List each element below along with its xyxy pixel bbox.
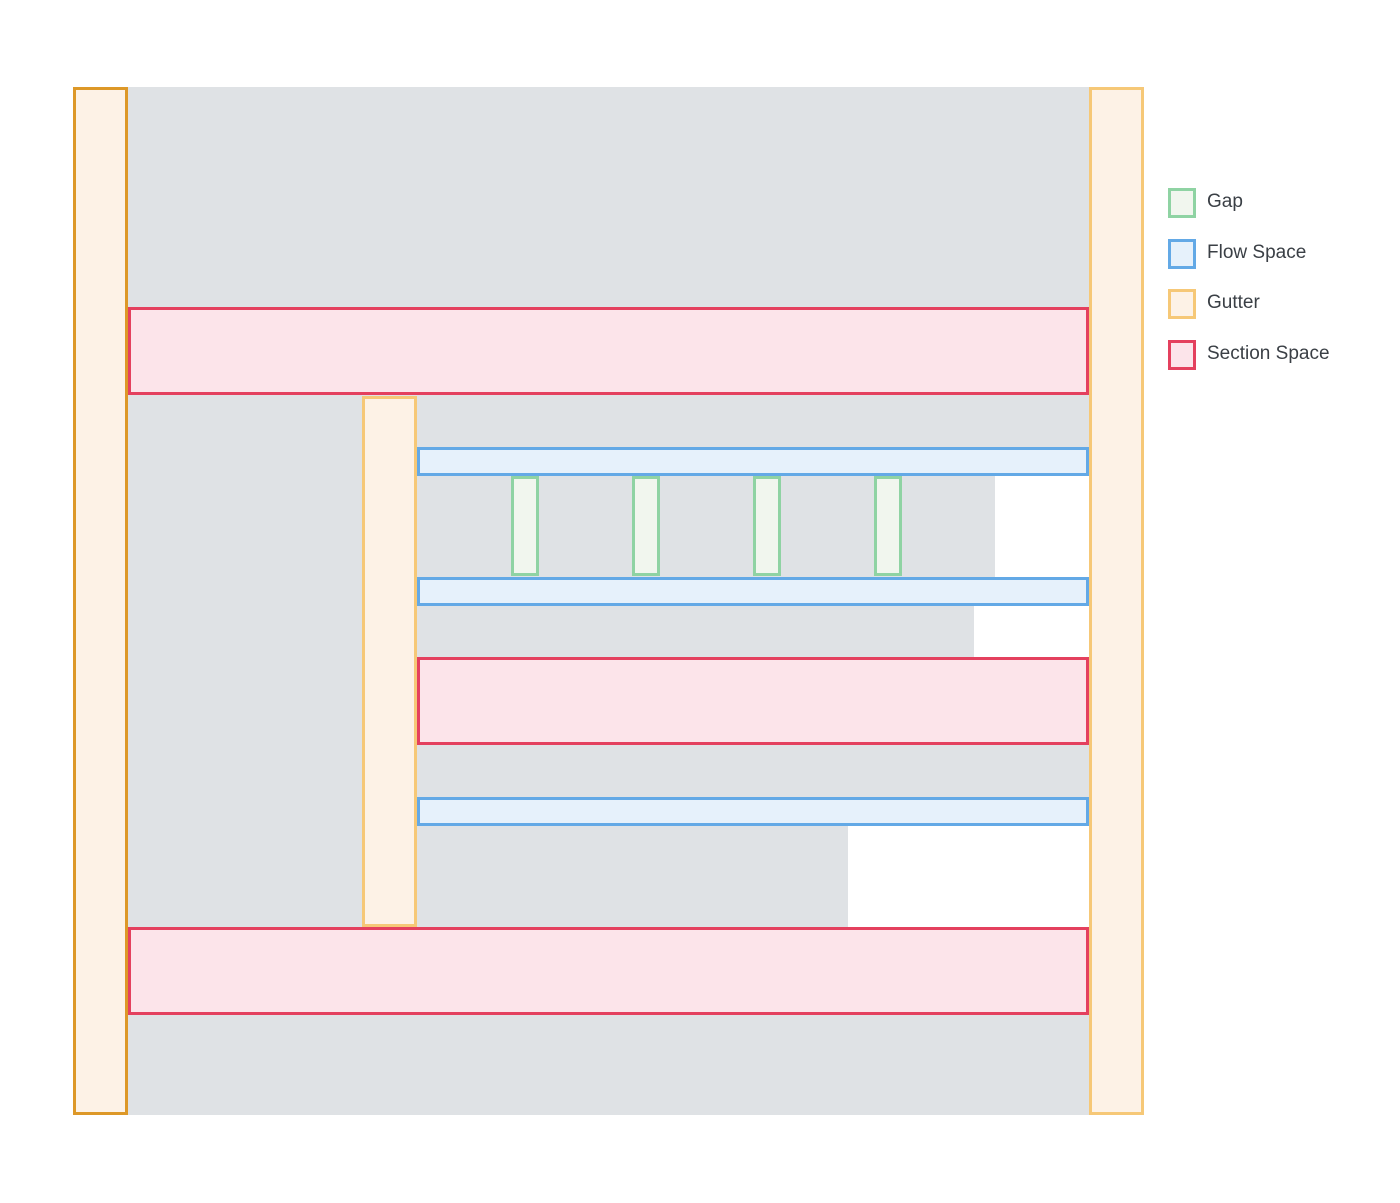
gap-3 — [753, 476, 781, 576]
gutter-inner — [362, 396, 417, 927]
legend-item-gap: Gap — [1168, 188, 1388, 218]
section-space-middle — [417, 657, 1089, 745]
empty-area — [995, 476, 1090, 577]
legend-swatch-flow-space — [1168, 239, 1196, 269]
section-space-bottom — [128, 927, 1089, 1015]
empty-area — [848, 824, 1090, 927]
legend-swatch-section-space — [1168, 340, 1196, 370]
legend-label: Flow Space — [1207, 242, 1307, 263]
flow-space-3 — [417, 797, 1089, 826]
legend-label: Gap — [1207, 191, 1243, 212]
legend-item-section-space: Section Space — [1168, 340, 1388, 370]
gap-2 — [632, 476, 660, 576]
legend-swatch-gutter — [1168, 289, 1196, 319]
gutter-outer-right — [1089, 87, 1144, 1115]
legend-item-gutter: Gutter — [1168, 289, 1388, 319]
legend-label: Section Space — [1207, 343, 1330, 364]
legend-item-flow-space: Flow Space — [1168, 239, 1388, 269]
section-space-top — [128, 307, 1089, 395]
gutter-outer-left — [73, 87, 128, 1115]
flow-space-1 — [417, 447, 1089, 476]
gap-4 — [874, 476, 902, 576]
flow-space-2 — [417, 577, 1089, 606]
gap-1 — [511, 476, 539, 576]
legend-label: Gutter — [1207, 292, 1260, 313]
empty-area — [974, 604, 1090, 657]
legend-swatch-gap — [1168, 188, 1196, 218]
